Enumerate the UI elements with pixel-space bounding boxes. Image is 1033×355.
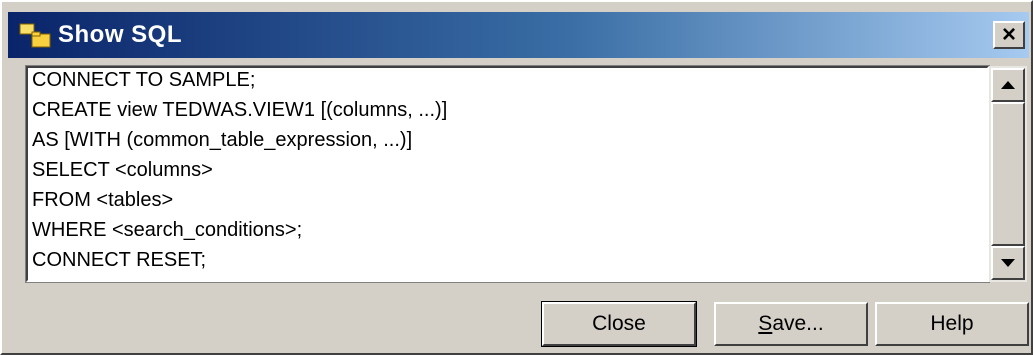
sql-line: CONNECT TO SAMPLE;	[32, 69, 256, 91]
window-title: Show SQL	[58, 21, 182, 48]
scroll-up-button[interactable]	[991, 68, 1025, 102]
scroll-down-button[interactable]	[991, 246, 1025, 280]
sql-text-area[interactable]: CONNECT TO SAMPLE; CREATE view TEDWAS.VI…	[25, 65, 990, 283]
sql-line: WHERE <search_conditions>;	[32, 219, 303, 241]
arrow-down-icon	[1001, 259, 1015, 267]
vertical-scrollbar[interactable]	[989, 66, 1027, 282]
help-button[interactable]: Help	[875, 302, 1029, 346]
folder-icon	[18, 20, 52, 50]
close-button[interactable]: Close	[541, 301, 697, 347]
sql-line: FROM <tables>	[32, 189, 174, 211]
title-bar[interactable]: Show SQL ×	[8, 12, 1029, 58]
sql-line: CONNECT RESET;	[32, 249, 207, 271]
show-sql-dialog: Show SQL × CONNECT TO SAMPLE; CREATE vie…	[0, 0, 1033, 355]
close-window-button[interactable]: ×	[993, 21, 1025, 49]
scrollbar-thumb[interactable]	[991, 102, 1025, 246]
sql-line: AS [WITH (common_table_expression, ...)]	[32, 129, 413, 151]
sql-line: SELECT <columns>	[32, 159, 213, 181]
arrow-up-icon	[1001, 81, 1015, 89]
sql-line: CREATE view TEDWAS.VIEW1 [(columns, ...)…	[32, 99, 448, 121]
save-button[interactable]: Save...	[714, 302, 868, 346]
